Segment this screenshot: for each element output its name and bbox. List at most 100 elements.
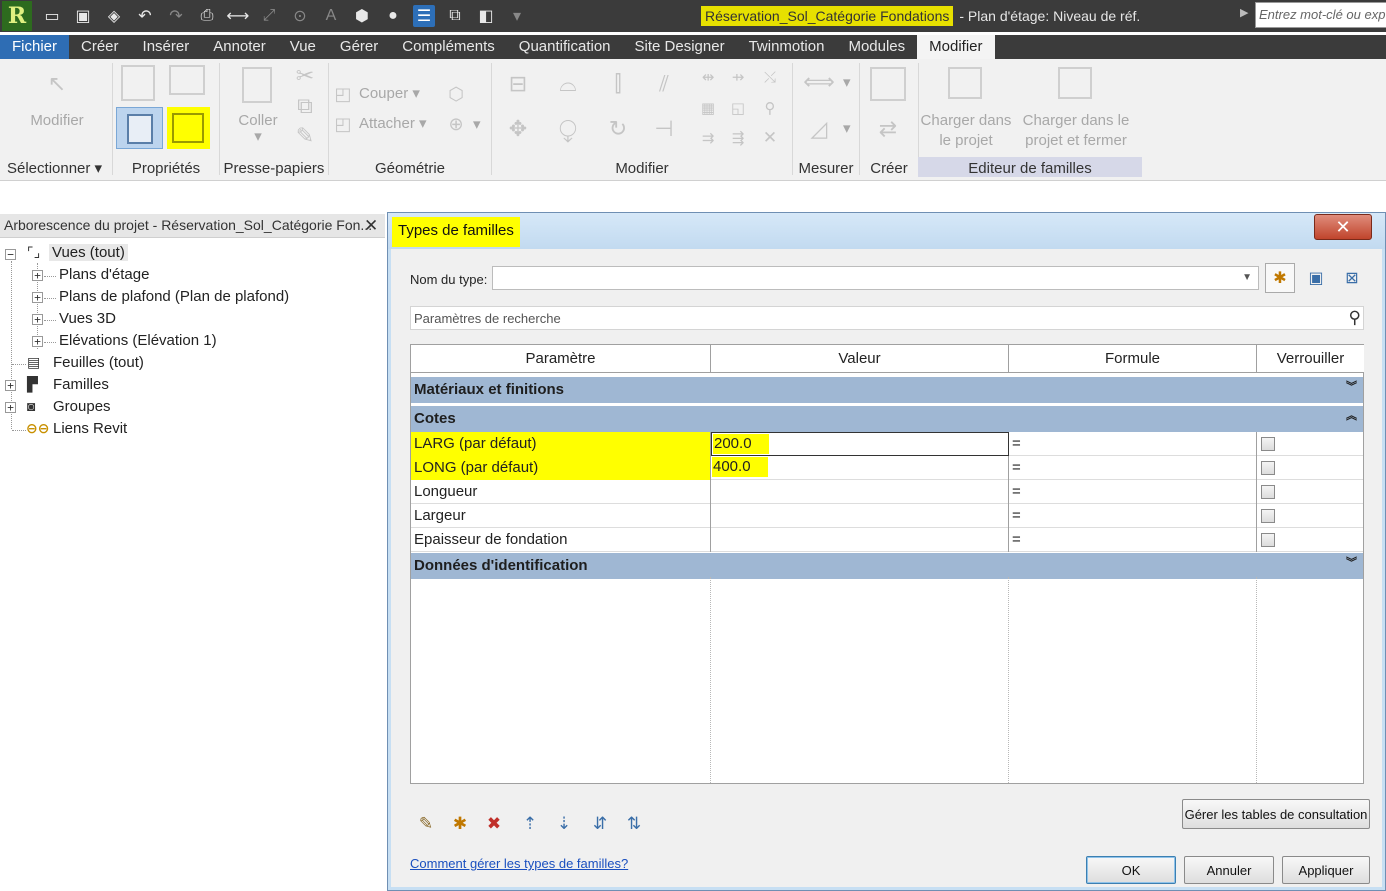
- load-and-close-button[interactable]: Charger dans le projet et fermer: [1014, 111, 1138, 151]
- delete-parameter-icon[interactable]: ✖: [482, 812, 506, 836]
- switch-windows-icon[interactable]: ⧉: [444, 5, 466, 27]
- revit-logo-icon[interactable]: R: [2, 1, 32, 31]
- formula-cell[interactable]: =: [1009, 456, 1257, 480]
- tab-annotate[interactable]: Annoter: [201, 35, 278, 59]
- paint-dropdown-icon[interactable]: ▾: [473, 115, 481, 135]
- copy-element-icon[interactable]: ⧬: [548, 111, 588, 147]
- create-group-icon[interactable]: ⇄: [866, 109, 910, 149]
- tab-view[interactable]: Vue: [278, 35, 328, 59]
- redo-icon[interactable]: ↷: [165, 5, 187, 27]
- dimension-dropdown-icon[interactable]: ▾: [843, 119, 851, 139]
- open-icon[interactable]: ▭: [41, 5, 63, 27]
- value-cell[interactable]: [711, 528, 1009, 552]
- cancel-button[interactable]: Annuler: [1184, 856, 1274, 884]
- paste-icon[interactable]: [242, 67, 272, 103]
- tab-modify[interactable]: Modifier: [917, 35, 995, 59]
- load-into-project-icon[interactable]: [948, 67, 982, 99]
- paste-dropdown-icon[interactable]: ▾: [228, 127, 288, 147]
- rename-type-icon[interactable]: ▣: [1301, 263, 1331, 293]
- measure-distance-icon[interactable]: ⟺: [797, 69, 841, 95]
- print-icon[interactable]: ⎙: [196, 5, 218, 27]
- save-icon[interactable]: ▣: [72, 5, 94, 27]
- aligned-dimension-icon[interactable]: ◿: [797, 109, 841, 149]
- edit-parameter-icon[interactable]: ✎: [414, 812, 438, 836]
- mirror-draw-icon[interactable]: ⫽: [644, 67, 684, 101]
- param-name-cell[interactable]: Epaisseur de fondation: [411, 528, 711, 552]
- expand-toggle-icon[interactable]: +: [5, 402, 16, 413]
- new-parameter-icon[interactable]: ✱: [448, 812, 472, 836]
- cut-geometry-button[interactable]: Couper ▾: [359, 84, 420, 104]
- text-icon[interactable]: A: [320, 5, 342, 27]
- family-types-icon[interactable]: ☰: [413, 5, 435, 27]
- tree-node-floor-plans[interactable]: Plans d'étage: [59, 266, 149, 283]
- 3d-view-icon[interactable]: ⬢: [351, 5, 373, 27]
- measure-icon[interactable]: ⟷: [227, 5, 250, 27]
- tree-node-sheets[interactable]: Feuilles (tout): [53, 354, 144, 371]
- param-name-cell[interactable]: Longueur: [411, 480, 711, 504]
- sort-descending-icon[interactable]: ⇅: [622, 812, 646, 836]
- family-types-button[interactable]: [167, 107, 210, 149]
- lock-checkbox[interactable]: [1261, 461, 1275, 475]
- load-and-close-icon[interactable]: [1058, 67, 1092, 99]
- family-category-icon[interactable]: [169, 65, 205, 95]
- tab-site-designer[interactable]: Site Designer: [623, 35, 737, 59]
- move-up-icon[interactable]: ⇡: [518, 812, 542, 836]
- scale-icon[interactable]: ◱: [726, 97, 750, 119]
- param-name-cell[interactable]: LARG (par défaut): [411, 432, 711, 456]
- group-row-dimensions[interactable]: Cotes ︽: [411, 406, 1363, 432]
- trim-icon[interactable]: ⊣: [644, 111, 684, 147]
- formula-cell[interactable]: =: [1009, 504, 1257, 528]
- move-icon[interactable]: ✥: [498, 111, 538, 147]
- collapse-toggle-icon[interactable]: −: [5, 249, 16, 260]
- group-row-identity[interactable]: Données d'identification ︾: [411, 553, 1363, 579]
- lock-checkbox[interactable]: [1261, 509, 1275, 523]
- tab-file[interactable]: Fichier: [0, 35, 70, 59]
- array-icon[interactable]: ▦: [696, 97, 720, 119]
- dialog-titlebar[interactable]: Types de familles ✕: [388, 213, 1385, 249]
- column-header-lock[interactable]: Verrouiller: [1257, 345, 1364, 373]
- close-icon[interactable]: ✕: [1314, 214, 1372, 240]
- expand-toggle-icon[interactable]: +: [32, 292, 43, 303]
- help-search-input[interactable]: Entrez mot-clé ou exp: [1255, 2, 1386, 28]
- tag-icon[interactable]: ⊙: [289, 5, 311, 27]
- split-gap-icon[interactable]: ⇸: [726, 67, 750, 87]
- dimension-icon[interactable]: ⤢: [258, 5, 280, 27]
- close-windows-icon[interactable]: ◧: [475, 5, 497, 27]
- expand-toggle-icon[interactable]: +: [32, 314, 43, 325]
- lock-checkbox[interactable]: [1261, 485, 1275, 499]
- split-face-icon[interactable]: ⬡: [445, 83, 467, 105]
- select-panel-title[interactable]: Sélectionner ▾: [7, 159, 112, 177]
- value-cell[interactable]: 200.0: [711, 432, 1009, 456]
- cope-icon[interactable]: ◰: [333, 83, 353, 105]
- apply-button[interactable]: Appliquer: [1282, 856, 1370, 884]
- properties-button[interactable]: [116, 107, 163, 149]
- sync-icon[interactable]: ◈: [103, 5, 125, 27]
- tree-node-families[interactable]: Familles: [53, 376, 109, 393]
- measure-dropdown-icon[interactable]: ▾: [843, 73, 851, 93]
- tab-insert[interactable]: Insérer: [131, 35, 202, 59]
- unpin-icon[interactable]: ⤯: [758, 67, 782, 87]
- manage-lookup-tables-button[interactable]: Gérer les tables de consultation: [1182, 799, 1370, 829]
- delete-icon[interactable]: ✕: [758, 127, 782, 149]
- move-down-icon[interactable]: ⇣: [552, 812, 576, 836]
- expand-toggle-icon[interactable]: +: [5, 380, 16, 391]
- split-icon[interactable]: ⇹: [696, 67, 720, 87]
- param-name-cell[interactable]: Largeur: [411, 504, 711, 528]
- customize-qa-icon[interactable]: ▾: [506, 5, 528, 27]
- ok-button[interactable]: OK: [1086, 856, 1176, 884]
- parameter-search-input[interactable]: Paramètres de recherche ⚲: [410, 306, 1364, 330]
- tree-node-revit-links[interactable]: Liens Revit: [53, 420, 127, 437]
- value-cell[interactable]: [711, 480, 1009, 504]
- formula-cell[interactable]: =: [1009, 528, 1257, 552]
- join-geometry-button[interactable]: Attacher ▾: [359, 114, 427, 134]
- formula-cell[interactable]: =: [1009, 480, 1257, 504]
- tab-twinmotion[interactable]: Twinmotion: [737, 35, 837, 59]
- create-similar-icon[interactable]: [870, 67, 906, 101]
- type-properties-icon[interactable]: [121, 65, 155, 101]
- modify-button[interactable]: Modifier: [14, 111, 100, 131]
- tab-create[interactable]: Créer: [69, 35, 131, 59]
- pin-icon[interactable]: ⚲: [758, 97, 782, 119]
- expand-icon[interactable]: ︾: [1346, 554, 1357, 570]
- tree-node-groups[interactable]: Groupes: [53, 398, 111, 415]
- tree-node-elevations[interactable]: Elévations (Elévation 1): [59, 332, 217, 349]
